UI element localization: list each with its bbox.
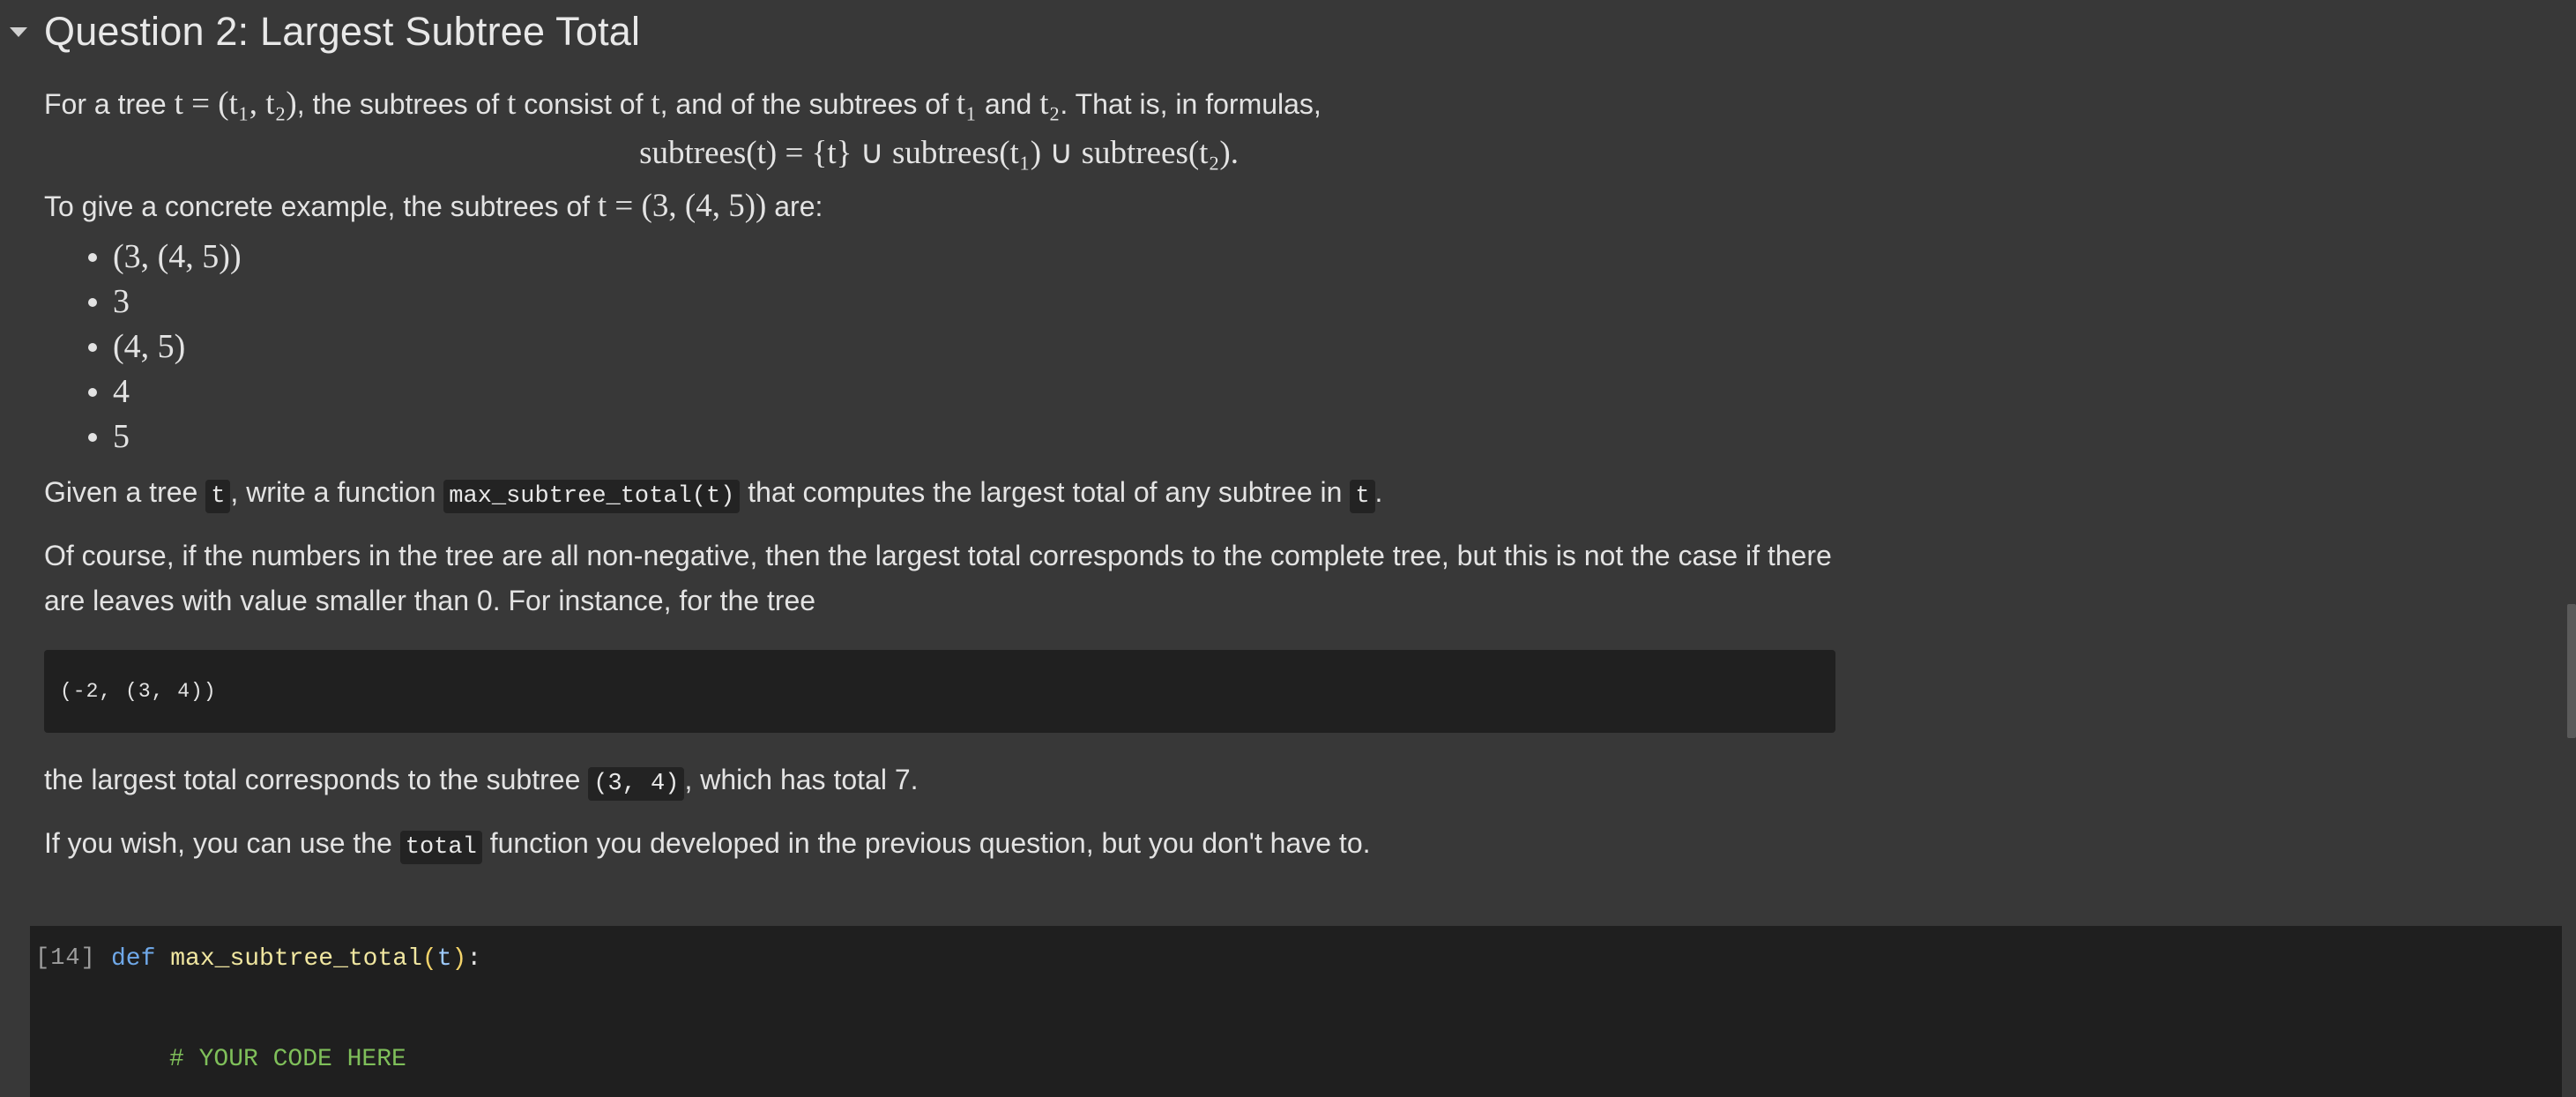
example-text: are:	[766, 190, 823, 222]
math-t1: t₁	[956, 86, 978, 122]
result-text: the largest total corresponds to the sub…	[44, 764, 589, 795]
markdown-cell: For a tree t = (t₁, t₂), the subtrees of…	[44, 81, 1835, 870]
keyword-def: def	[111, 945, 156, 973]
code-comment[interactable]: # YOUR CODE HERE	[169, 1046, 406, 1073]
list-item: 4	[88, 369, 1834, 414]
code-cell[interactable]: [14] def max_subtree_total(t): # YOUR CO…	[30, 926, 2562, 1097]
notebook-page: Question 2: Largest Subtree Total For a …	[0, 0, 2576, 1097]
section-title: Question 2: Largest Subtree Total	[44, 9, 641, 54]
intro-text: , the subtrees of	[296, 88, 508, 120]
subtree-list: (3, (4, 5)) 3 (4, 5) 4 5	[44, 235, 1834, 459]
bullet-icon	[88, 432, 97, 442]
subtree-value: 5	[113, 418, 130, 455]
intro-text: . That is, in formulas,	[1060, 88, 1322, 120]
intro-text: consist of	[516, 88, 651, 120]
bullet-icon	[88, 342, 97, 352]
colon: :	[466, 945, 482, 973]
example-paragraph: To give a concrete example, the subtrees…	[44, 183, 1834, 229]
inline-code: max_subtree_total(t)	[443, 480, 741, 513]
intro-text: For a tree	[44, 88, 175, 120]
inline-code: t	[205, 480, 231, 513]
section-heading: Question 2: Largest Subtree Total	[0, 4, 640, 60]
bullet-icon	[88, 297, 97, 307]
example-text: To give a concrete example, the subtrees…	[44, 190, 598, 222]
list-item: 3	[88, 280, 1834, 325]
result-paragraph: the largest total corresponds to the sub…	[44, 757, 1834, 807]
caret-down-icon[interactable]	[2, 15, 35, 49]
task-text: that computes the largest total of any s…	[740, 476, 1351, 508]
list-item: (3, (4, 5))	[88, 235, 1834, 280]
hint-paragraph: If you wish, you can use the total funct…	[44, 821, 1834, 870]
inline-code: (3, 4)	[588, 767, 685, 801]
list-item: (4, 5)	[88, 325, 1834, 369]
math-tree-def: t = (t₁, t₂)	[174, 86, 297, 122]
bullet-icon	[88, 387, 97, 397]
intro-text: , and of the subtrees of	[659, 88, 957, 120]
subtree-value: (3, (4, 5))	[113, 238, 242, 275]
code-line[interactable]: def max_subtree_total(t):	[111, 945, 481, 973]
hint-text: function you developed in the previous q…	[481, 827, 1371, 859]
intro-text: and	[977, 88, 1040, 120]
math-t: t	[507, 86, 517, 122]
param-name: t	[436, 945, 452, 973]
task-paragraph: Given a tree t, write a function max_sub…	[44, 470, 1834, 519]
bullet-icon	[88, 252, 97, 262]
math-t2: t₂	[1039, 86, 1061, 122]
scrollbar-thumb[interactable]	[2567, 604, 2576, 738]
function-name: max_subtree_total	[170, 945, 422, 973]
note-paragraph: Of course, if the numbers in the tree ar…	[44, 540, 1832, 616]
math-t: t	[651, 86, 660, 122]
execution-count: [14]	[35, 945, 96, 972]
intro-paragraph: For a tree t = (t₁, t₂), the subtrees of…	[44, 81, 1834, 127]
task-text: , write a function	[230, 476, 444, 508]
list-item: 5	[88, 414, 1834, 459]
result-text: , which has total 7.	[684, 764, 919, 795]
task-text: .	[1374, 476, 1383, 508]
example-code-block: (-2, (3, 4))	[44, 650, 1835, 733]
math-example-tree: t = (3, (4, 5))	[597, 188, 767, 224]
paren-open: (	[421, 945, 437, 973]
subtree-value: 4	[113, 373, 130, 410]
subtrees-formula: subtrees(t) = {t} ∪ subtrees(t₁) ∪ subtr…	[639, 135, 1239, 171]
inline-code: total	[399, 831, 482, 864]
subtree-value: 3	[113, 283, 130, 320]
inline-code: t	[1350, 480, 1375, 513]
subtree-value: (4, 5)	[113, 328, 186, 365]
task-text: Given a tree	[44, 476, 206, 508]
paren-close: )	[451, 945, 467, 973]
hint-text: If you wish, you can use the	[44, 827, 400, 859]
